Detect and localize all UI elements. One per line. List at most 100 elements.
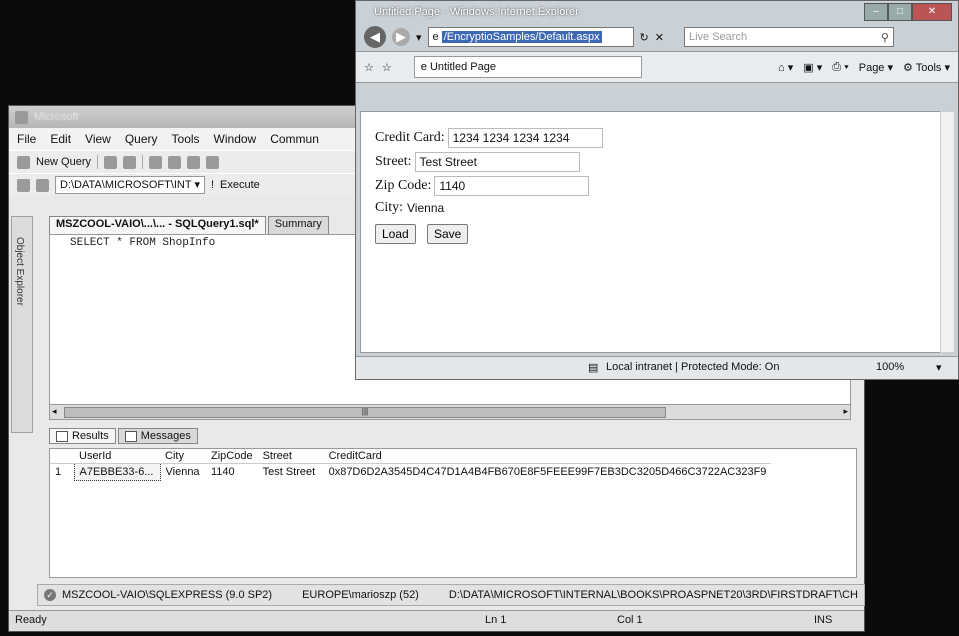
ie-title: Untitled Page - Windows Internet Explore…: [374, 6, 579, 18]
connect-icon[interactable]: [17, 178, 30, 192]
tab-page-icon: e: [420, 61, 430, 73]
menu-file[interactable]: File: [17, 132, 36, 146]
menu-edit[interactable]: Edit: [50, 132, 71, 146]
city-value: Vienna: [407, 201, 445, 215]
execute-button[interactable]: Execute: [220, 179, 260, 191]
tab-results-label: Results: [72, 430, 109, 442]
search-input[interactable]: Live Search ⚲: [683, 27, 894, 47]
home-icon[interactable]: ⌂ ▾: [778, 61, 793, 74]
save-icon[interactable]: [168, 155, 182, 169]
col-header-creditcard[interactable]: CreditCard: [323, 449, 772, 464]
zip-row: Zip Code: 1140: [375, 176, 590, 196]
add-favorites-icon[interactable]: ☆: [382, 61, 392, 74]
scroll-left-icon[interactable]: ◂: [52, 406, 57, 417]
tools-menu[interactable]: ⚙ Tools ▾: [903, 61, 950, 74]
stop-icon[interactable]: ✕: [655, 31, 664, 44]
browser-tab[interactable]: e Untitled Page: [413, 56, 642, 78]
connection-item: ✓ MSZCOOL-VAIO\SQLEXPRESS (9.0 SP2): [44, 589, 272, 601]
favorites-icon[interactable]: ☆: [364, 61, 374, 74]
cell-city[interactable]: Vienna: [160, 464, 206, 481]
messages-icon: [124, 430, 137, 442]
cell-userid[interactable]: A7EBBE33-6...: [73, 463, 161, 481]
tools-menu-label: Tools: [915, 61, 942, 74]
login-name: EUROPE\marioszp (52): [302, 589, 419, 601]
tab-sqlquery1[interactable]: MSZCOOL-VAIO\...\... - SQLQuery1.sql*: [49, 216, 266, 234]
print-icon[interactable]: ⎙ ▾: [832, 61, 848, 74]
refresh-icon[interactable]: ↻: [640, 31, 649, 44]
col-header-city[interactable]: City: [160, 449, 206, 464]
col-header-userid[interactable]: UserId: [74, 449, 160, 464]
zoom-dropdown-icon[interactable]: ▾: [936, 361, 942, 374]
credit-card-label: Credit Card:: [375, 130, 445, 145]
col-header-zipcode[interactable]: ZipCode: [206, 449, 258, 464]
object-explorer-label: Object Explorer: [14, 237, 25, 306]
tab-messages[interactable]: Messages: [117, 428, 198, 444]
recent-pages-icon[interactable]: ▾: [416, 31, 422, 44]
new-query-icon: [17, 155, 30, 169]
load-button[interactable]: Load: [375, 224, 416, 244]
tab-results[interactable]: Results: [49, 428, 116, 444]
menu-window[interactable]: Window: [214, 132, 257, 146]
database-dropdown[interactable]: D:\DATA\MICROSOFT\INT ▾: [55, 176, 205, 194]
credit-card-row: Credit Card: 1234 1234 1234 1234: [375, 128, 603, 148]
street-input[interactable]: Test Street: [414, 152, 580, 172]
database-dropdown-value: D:\DATA\MICROSOFT\INT: [60, 179, 192, 191]
credit-card-input[interactable]: 1234 1234 1234 1234: [447, 128, 603, 148]
city-row: City: Vienna: [375, 200, 444, 216]
address-input[interactable]: e /EncryptioSamples/Default.aspx: [427, 27, 634, 47]
minimize-icon[interactable]: –: [864, 3, 888, 21]
web-page-content: Credit Card: 1234 1234 1234 1234 Street:…: [360, 111, 944, 353]
table-row[interactable]: 1 A7EBBE33-6... Vienna 1140 Test Street …: [50, 463, 772, 481]
address-text: /EncryptioSamples/Default.aspx: [441, 31, 602, 43]
properties-icon[interactable]: [206, 155, 220, 169]
close-icon[interactable]: ✕: [912, 3, 952, 21]
ssms-app-icon: [15, 110, 28, 124]
change-connection-icon[interactable]: [36, 178, 49, 192]
toolbar-separator: [142, 155, 144, 169]
zip-label: Zip Code:: [375, 178, 432, 193]
open-file-icon[interactable]: [104, 155, 118, 169]
cell-zipcode[interactable]: 1140: [206, 464, 258, 481]
page-vertical-scrollbar[interactable]: [940, 111, 955, 353]
results-grid[interactable]: UserId City ZipCode Street CreditCard 1 …: [49, 448, 857, 578]
back-icon[interactable]: ◀: [364, 26, 386, 48]
results-table: UserId City ZipCode Street CreditCard 1 …: [50, 449, 772, 481]
maximize-icon[interactable]: □: [888, 3, 912, 21]
editor-horizontal-scrollbar[interactable]: ◂ ||| ▸: [49, 404, 851, 420]
new-file-icon[interactable]: [123, 155, 137, 169]
file-path: D:\DATA\MICROSOFT\INTERNAL\BOOKS\PROASPN…: [448, 589, 858, 601]
zoom-level[interactable]: 100%: [876, 361, 904, 373]
menu-query[interactable]: Query: [125, 132, 158, 146]
page-menu[interactable]: Page ▾: [859, 61, 893, 74]
menu-community[interactable]: Commun: [270, 132, 319, 146]
ie-command-bar: ☆ ☆ e Untitled Page ⌂ ▾ ▣ ▾ ⎙ ▾ Page ▾ ⚙…: [356, 51, 958, 83]
security-zone[interactable]: Local intranet | Protected Mode: On: [606, 361, 779, 373]
street-label: Street:: [375, 154, 412, 169]
save-all-icon[interactable]: [187, 155, 201, 169]
tab-summary[interactable]: Summary: [267, 216, 329, 234]
server-name: MSZCOOL-VAIO\SQLEXPRESS (9.0 SP2): [62, 589, 273, 601]
menu-view[interactable]: View: [85, 132, 111, 146]
zip-input[interactable]: 1140: [434, 176, 590, 196]
ssms-status-bar: Ready Ln 1 Col 1 INS: [9, 610, 864, 631]
save-button[interactable]: Save: [427, 224, 469, 244]
col-header-street[interactable]: Street: [257, 449, 324, 464]
search-icon[interactable]: ⚲: [881, 31, 889, 44]
document-tabs: MSZCOOL-VAIO\...\... - SQLQuery1.sql* Su…: [49, 216, 329, 234]
cell-creditcard[interactable]: 0x87D6D2A3545D4C47D1A4B4FB670E8F5FEEE99F…: [324, 464, 772, 481]
object-explorer-tab[interactable]: Object Explorer: [11, 216, 33, 433]
street-row: Street: Test Street: [375, 152, 580, 172]
feeds-icon[interactable]: ▣ ▾: [803, 61, 822, 74]
row-number: 1: [55, 466, 62, 479]
cell-street[interactable]: Test Street: [258, 464, 324, 481]
forward-icon[interactable]: ▶: [392, 28, 410, 46]
folder-icon[interactable]: [149, 155, 163, 169]
scroll-right-icon[interactable]: ▸: [843, 406, 848, 417]
new-query-button[interactable]: New Query: [36, 156, 91, 168]
grid-icon: [56, 430, 68, 442]
scrollbar-thumb[interactable]: |||: [64, 407, 666, 418]
zone-icon: ▤: [588, 362, 599, 374]
menu-tools[interactable]: Tools: [172, 132, 200, 146]
execute-icon: !: [210, 179, 215, 191]
ie-status-bar: ▤ Local intranet | Protected Mode: On 10…: [356, 356, 958, 379]
